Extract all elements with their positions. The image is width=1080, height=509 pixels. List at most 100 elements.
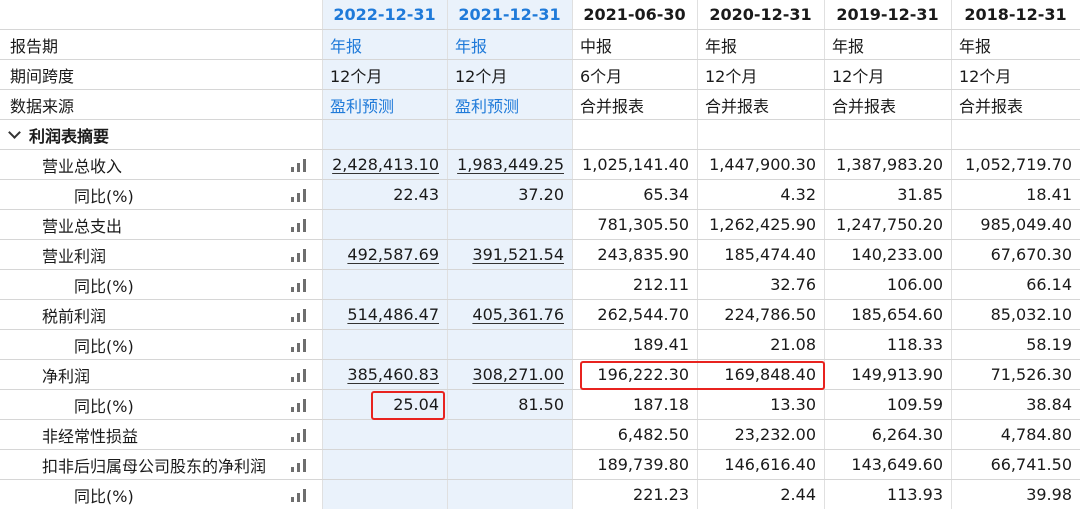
section-title: 利润表摘要 [29,126,110,146]
value-text: 18.41 [1026,185,1072,204]
data-source-cell[interactable]: 盈利预测 [322,90,447,119]
value-cell: 6,264.30 [824,420,951,449]
value-cell: 71,526.30 [951,360,1080,389]
bar-chart-icon[interactable] [291,489,307,502]
value-text: 149,913.90 [851,365,943,384]
column-date-header[interactable]: 2021-06-30 [572,0,697,29]
value-text: 32.76 [770,275,816,294]
value-text: 1,025,141.40 [582,155,689,174]
value-text: 262,544.70 [597,305,689,324]
column-date-header[interactable]: 2019-12-31 [824,0,951,29]
value-cell: 224,786.50 [697,300,824,329]
value-text: 31.85 [897,185,943,204]
value-text: 1,447,900.30 [709,155,816,174]
value-cell: 262,544.70 [572,300,697,329]
table-row: 税前利润 514,486.47 405,361.76 262,544.70 224,78… [0,300,1080,330]
value-cell: 385,460.83 [322,360,447,389]
row-label: 非经常性损益 [42,426,139,446]
section-toggle[interactable]: 利润表摘要 [0,120,322,149]
value-cell: 187.18 [572,390,697,419]
value-cell: 18.41 [951,180,1080,209]
value-cell: 4,784.80 [951,420,1080,449]
report-type-cell: 中报 [580,36,613,56]
row-report-period: 报告期 年报 年报 中报 年报 年报 年报 [0,30,1080,60]
bar-chart-icon[interactable] [291,339,307,352]
value-cell: 113.93 [824,480,951,509]
value-cell: 1,262,425.90 [697,210,824,239]
table-row: 净利润 385,460.83 308,271.00 196,222.30 169,848… [0,360,1080,390]
table-row: 同比(%) 25.04 81.50 187.18 13.30 109.59 38.84 [0,390,1080,420]
value-text: 143,649.60 [851,455,943,474]
table-row: 营业总支出 781,305.50 1,262,425.90 1,247,750.20 9… [0,210,1080,240]
value-cell: 146,616.40 [697,450,824,479]
row-label: 营业总收入 [42,156,123,176]
table-row: 同比(%) 189.41 21.08 118.33 58.19 [0,330,1080,360]
column-date-header[interactable]: 2018-12-31 [951,0,1080,29]
value-text: 1,247,750.20 [836,215,943,234]
bar-chart-icon[interactable] [291,399,307,412]
row-label: 税前利润 [42,306,107,326]
value-text: 185,654.60 [851,305,943,324]
bar-chart-icon[interactable] [291,309,307,322]
row-label: 期间跨度 [10,66,75,86]
column-date-header[interactable]: 2022-12-31 [322,0,447,29]
bar-chart-icon[interactable] [291,369,307,382]
value-cell: 2,428,413.10 [322,150,447,179]
row-label: 同比(%) [74,486,134,506]
report-type-cell: 年报 [455,36,488,56]
income-statement-table: 2022-12-31 2021-12-31 2021-06-30 2020-12… [0,0,1080,509]
value-text: 39.98 [1026,485,1072,504]
value-text: 58.19 [1026,335,1072,354]
data-source-cell: 合并报表 [705,96,770,116]
value-text: 985,049.40 [980,215,1072,234]
bar-chart-icon[interactable] [291,459,307,472]
value-text: 4,784.80 [1000,425,1072,444]
value-text: 492,587.69 [347,245,439,264]
value-text: 1,387,983.20 [836,155,943,174]
section-income-summary[interactable]: 利润表摘要 [0,120,1080,150]
value-text: 2,428,413.10 [332,155,439,174]
row-label: 同比(%) [74,276,134,296]
value-text: 2.44 [780,485,816,504]
table-row: 非经常性损益 6,482.50 23,232.00 6,264.30 4,784.80 [0,420,1080,450]
value-cell: 1,447,900.30 [697,150,824,179]
value-cell: 781,305.50 [572,210,697,239]
value-cell [447,480,572,509]
value-text: 65.34 [643,185,689,204]
chevron-down-icon[interactable] [8,125,21,139]
value-text: 21.08 [770,335,816,354]
value-cell: 185,654.60 [824,300,951,329]
bar-chart-icon[interactable] [291,429,307,442]
value-cell [447,450,572,479]
value-text: 140,233.00 [851,245,943,264]
highlight-box-net-profit-2021-2020 [580,361,825,390]
row-label: 同比(%) [74,336,134,356]
value-text: 189.41 [633,335,689,354]
bar-chart-icon[interactable] [291,249,307,262]
value-cell: 85,032.10 [951,300,1080,329]
bar-chart-icon[interactable] [291,159,307,172]
column-date-header[interactable]: 2021-12-31 [447,0,572,29]
value-text: 514,486.47 [347,305,439,324]
bar-chart-icon[interactable] [291,189,307,202]
value-text: 22.43 [393,185,439,204]
value-text: 187.18 [633,395,689,414]
bar-chart-icon[interactable] [291,219,307,232]
column-date-header[interactable]: 2020-12-31 [697,0,824,29]
value-text: 6,264.30 [871,425,943,444]
bar-chart-icon[interactable] [291,279,307,292]
value-cell [322,270,447,299]
value-cell [322,210,447,239]
data-source-cell[interactable]: 盈利预测 [447,90,572,119]
value-text: 1,262,425.90 [709,215,816,234]
table-row: 扣非后归属母公司股东的净利润 189,739.80 146,616.40 143,64… [0,450,1080,480]
value-text: 4.32 [780,185,816,204]
header-row-dates: 2022-12-31 2021-12-31 2021-06-30 2020-12… [0,0,1080,30]
value-cell: 38.84 [951,390,1080,419]
row-data-source: 数据来源 盈利预测 盈利预测 合并报表 合并报表 合并报表 合并报表 [0,90,1080,120]
value-cell: 308,271.00 [447,360,572,389]
row-label: 营业利润 [42,246,107,266]
value-cell: 1,052,719.70 [951,150,1080,179]
value-cell: 1,247,750.20 [824,210,951,239]
period-span-cell: 6个月 [580,66,623,86]
